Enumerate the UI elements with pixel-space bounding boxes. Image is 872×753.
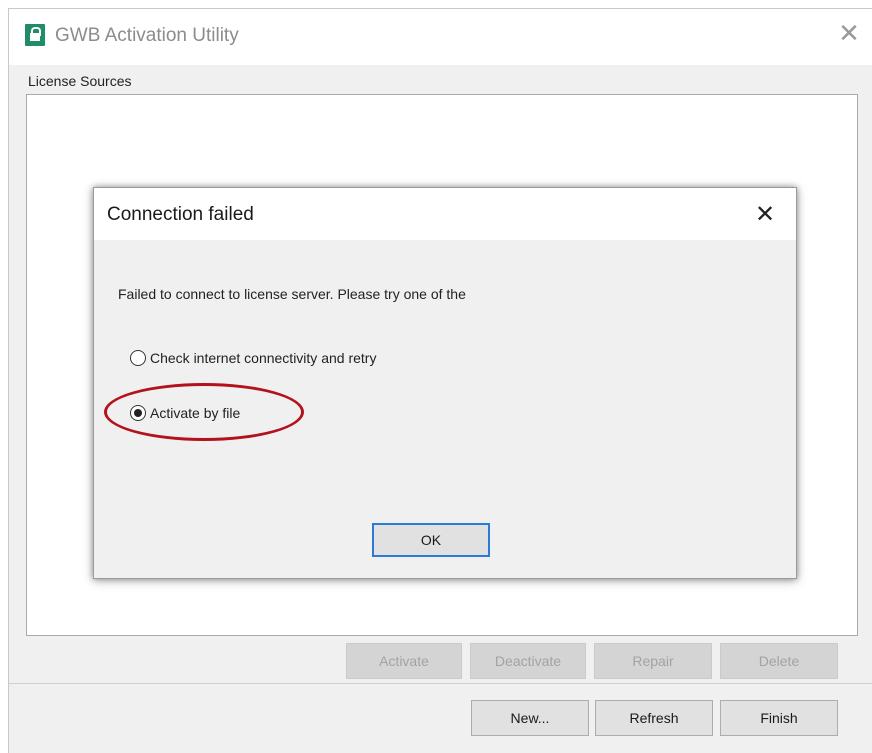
dialog-titlebar[interactable]: Connection failed ✕: [94, 188, 796, 240]
window-title: GWB Activation Utility: [55, 25, 239, 46]
activate-button[interactable]: Activate: [346, 643, 462, 679]
connection-failed-dialog: Connection failed ✕ Failed to connect to…: [93, 187, 797, 579]
close-icon[interactable]: ✕: [749, 198, 781, 230]
option-label: Check internet connectivity and retry: [150, 350, 377, 366]
repair-button[interactable]: Repair: [594, 643, 712, 679]
license-sources-label: License Sources: [28, 73, 132, 89]
close-icon[interactable]: ✕: [835, 19, 863, 49]
window-titlebar[interactable]: GWB Activation Utility ✕: [9, 9, 872, 65]
delete-button[interactable]: Delete: [720, 643, 838, 679]
dialog-message: Failed to connect to license server. Ple…: [118, 286, 466, 302]
dialog-title: Connection failed: [107, 204, 254, 225]
option-check-connectivity[interactable]: Check internet connectivity and retry: [130, 347, 376, 369]
option-label: Activate by file: [150, 405, 241, 421]
deactivate-button[interactable]: Deactivate: [470, 643, 586, 679]
footer-separator: [9, 683, 872, 684]
lock-icon: [25, 24, 45, 46]
ok-button[interactable]: OK: [372, 523, 490, 557]
radio-button-selected[interactable]: [130, 405, 146, 421]
option-activate-by-file[interactable]: Activate by file: [130, 402, 240, 424]
new-button[interactable]: New...: [471, 700, 589, 736]
radio-button[interactable]: [130, 350, 146, 366]
refresh-button[interactable]: Refresh: [595, 700, 713, 736]
finish-button[interactable]: Finish: [720, 700, 838, 736]
